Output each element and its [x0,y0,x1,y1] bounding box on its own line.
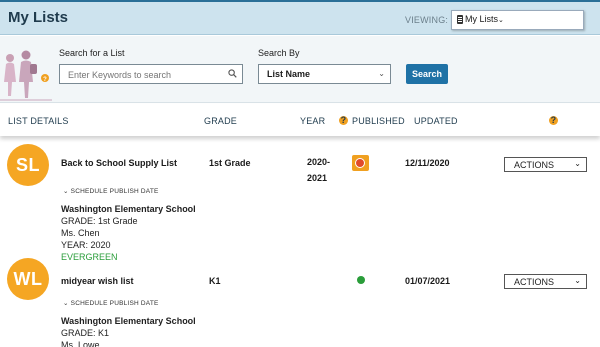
list-year: 2020- 2021 [307,154,330,186]
actions-help-icon[interactable]: ? [549,116,558,125]
column-updated: UPDATED [414,116,458,126]
school-name: Washington Elementary School [61,204,196,214]
search-button[interactable]: Search [406,64,448,84]
list-grade: K1 [209,276,221,286]
detail-grade: GRADE: K1 [61,328,110,338]
document-icon [457,15,463,24]
detail-year: YEAR: 2020 [61,240,111,250]
page-title: My Lists [8,9,69,26]
search-by-value: List Name [267,69,311,79]
actions-label: ACTIONS [514,160,555,170]
chevron-down-icon: ⌄ [378,69,385,78]
chevron-down-icon: ⌄ [498,17,504,24]
list-details: Washington Elementary School GRADE: K1 M… [61,315,196,347]
list-name[interactable]: midyear wish list [61,276,134,286]
search-icon[interactable] [228,69,237,78]
avatar: SL [7,144,49,186]
viewing-label: VIEWING: [405,15,449,25]
search-panel: ? Search for a List Search By List Name … [0,36,600,103]
schedule-publish-date-toggle[interactable]: ⌄ SCHEDULE PUBLISH DATE [63,187,159,195]
year-line: 2021 [307,173,328,183]
search-field[interactable] [59,64,243,84]
search-by-label: Search By [258,48,300,58]
students-illustration: ? [0,50,52,101]
search-by-dropdown[interactable]: List Name ⌄ [258,64,391,84]
published-help-icon[interactable]: ? [339,116,348,125]
schedule-publish-date-toggle[interactable]: ⌄ SCHEDULE PUBLISH DATE [63,299,159,307]
svg-text:?: ? [43,77,47,83]
column-list-details: LIST DETAILS [8,116,69,126]
list-updated: 12/11/2020 [405,158,450,168]
detail-teacher: Ms. Lowe [61,340,100,347]
column-published: PUBLISHED [352,116,405,126]
search-label: Search for a List [59,48,125,58]
actions-label: ACTIONS [514,277,555,287]
search-input[interactable] [60,66,220,84]
list-name[interactable]: Back to School Supply List [61,158,177,168]
list-updated: 01/07/2021 [405,276,451,286]
top-header: My Lists VIEWING: My Lists⌄ [0,0,600,35]
table-header: LIST DETAILS GRADE YEAR ? PUBLISHED UPDA… [0,104,600,136]
school-name: Washington Elementary School [61,316,196,326]
actions-dropdown[interactable]: ACTIONS ⌄ [504,157,587,172]
published-status-icon[interactable] [357,276,365,284]
chevron-down-icon: ⌄ [574,276,581,285]
year-line: 2020- [307,157,331,167]
viewing-dropdown[interactable]: My Lists⌄ [451,10,584,30]
avatar: WL [7,258,49,300]
list-details: Washington Elementary School GRADE: 1st … [61,203,196,263]
actions-dropdown[interactable]: ACTIONS ⌄ [504,274,587,289]
list-grade: 1st Grade [209,158,251,168]
viewing-value: My Lists [465,14,499,24]
chevron-down-icon: ⌄ [574,159,581,168]
column-grade: GRADE [204,116,238,126]
detail-grade: GRADE: 1st Grade [61,216,138,226]
column-year: YEAR [300,116,326,126]
unpublished-status-icon[interactable] [352,155,369,171]
evergreen-tag: EVERGREEN [61,252,118,262]
detail-teacher: Ms. Chen [61,228,100,238]
